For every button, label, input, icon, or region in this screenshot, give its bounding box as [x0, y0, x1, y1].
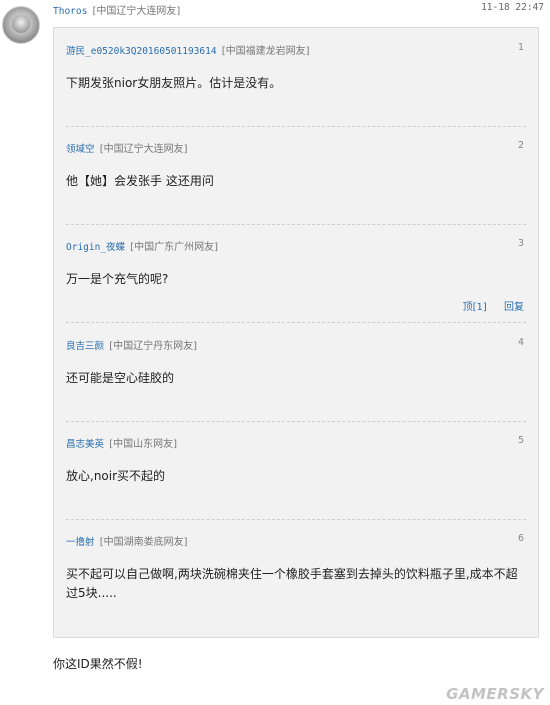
divider [66, 126, 526, 127]
quote-text: 他【她】会发张手 这还用问 [66, 174, 214, 188]
reply-text: 你这ID果然不假! [53, 657, 143, 671]
quote-text: 还可能是空心硅胶的 [66, 371, 175, 385]
quote-location: [中国福建龙岩网友] [221, 46, 310, 57]
divider [66, 322, 526, 323]
post-location: [中国辽宁大连网友] [92, 6, 181, 17]
reply-link[interactable]: 回复 [504, 302, 524, 313]
quote-item-4: 良吉三颜 [中国辽宁丹东网友] 4 还可能是空心硅胶的 [66, 337, 526, 388]
quote-item-1: 游民_e0520k3Q20160501193614 [中国福建龙岩网友] 1 下… [66, 42, 526, 93]
avatar[interactable] [2, 6, 40, 44]
quote-text: 下期发张nior女朋友照片。估计是没有。 [66, 76, 282, 90]
quote-item-2: 领域空 [中国辽宁大连网友] 2 他【她】会发张手 这还用问 [66, 140, 526, 191]
post-username[interactable]: Thoros [53, 6, 87, 17]
upvote-link[interactable]: 顶[1] [463, 302, 487, 313]
floor-number: 1 [517, 42, 524, 53]
floor-number: 4 [517, 337, 524, 348]
quote-text: 放心,noir买不起的 [66, 469, 166, 483]
quote-item-5: 昌志美英 [中国山东网友] 5 放心,noir买不起的 [66, 435, 526, 486]
watermark-logo: GAMERSKY [446, 685, 544, 703]
quote-location: [中国广东广州网友] [130, 242, 219, 253]
quote-username[interactable]: 领域空 [66, 144, 95, 155]
divider [66, 519, 526, 520]
quote-location: [中国辽宁大连网友] [99, 144, 188, 155]
quote-username[interactable]: 昌志美英 [66, 439, 104, 450]
quote-text: 买不起可以自己做啊,两块洗碗棉夹住一个橡胶手套塞到去掉头的饮料瓶子里,成本不超过… [66, 567, 518, 600]
quoted-replies: 游民_e0520k3Q20160501193614 [中国福建龙岩网友] 1 下… [53, 27, 539, 638]
floor-number: 3 [517, 238, 524, 249]
quote-username[interactable]: 良吉三颜 [66, 341, 104, 352]
divider [66, 224, 526, 225]
quote-location: [中国山东网友] [109, 439, 178, 450]
floor-number: 2 [517, 140, 524, 151]
divider [66, 421, 526, 422]
quote-text: 万一是个充气的呢? [66, 272, 169, 286]
quote-username[interactable]: 游民_e0520k3Q20160501193614 [66, 46, 217, 57]
post-timestamp: 11-18 22:47 [481, 2, 544, 13]
quote-username[interactable]: Origin_夜蝶 [66, 242, 125, 253]
quote-item-6: 一撸射 [中国湖南娄底网友] 6 买不起可以自己做啊,两块洗碗棉夹住一个橡胶手套… [66, 533, 526, 603]
post-header: Thoros [中国辽宁大连网友] 11-18 22:47 [53, 2, 544, 17]
quote-username[interactable]: 一撸射 [66, 537, 95, 548]
quote-item-3: Origin_夜蝶 [中国广东广州网友] 3 万一是个充气的呢? [66, 238, 526, 289]
quote-location: [中国湖南娄底网友] [99, 537, 188, 548]
quote-actions: 顶[1] 回复 [449, 298, 524, 313]
avatar-emblem-icon [12, 15, 30, 33]
quote-location: [中国辽宁丹东网友] [109, 341, 198, 352]
floor-number: 5 [517, 435, 524, 446]
floor-number: 6 [517, 533, 524, 544]
